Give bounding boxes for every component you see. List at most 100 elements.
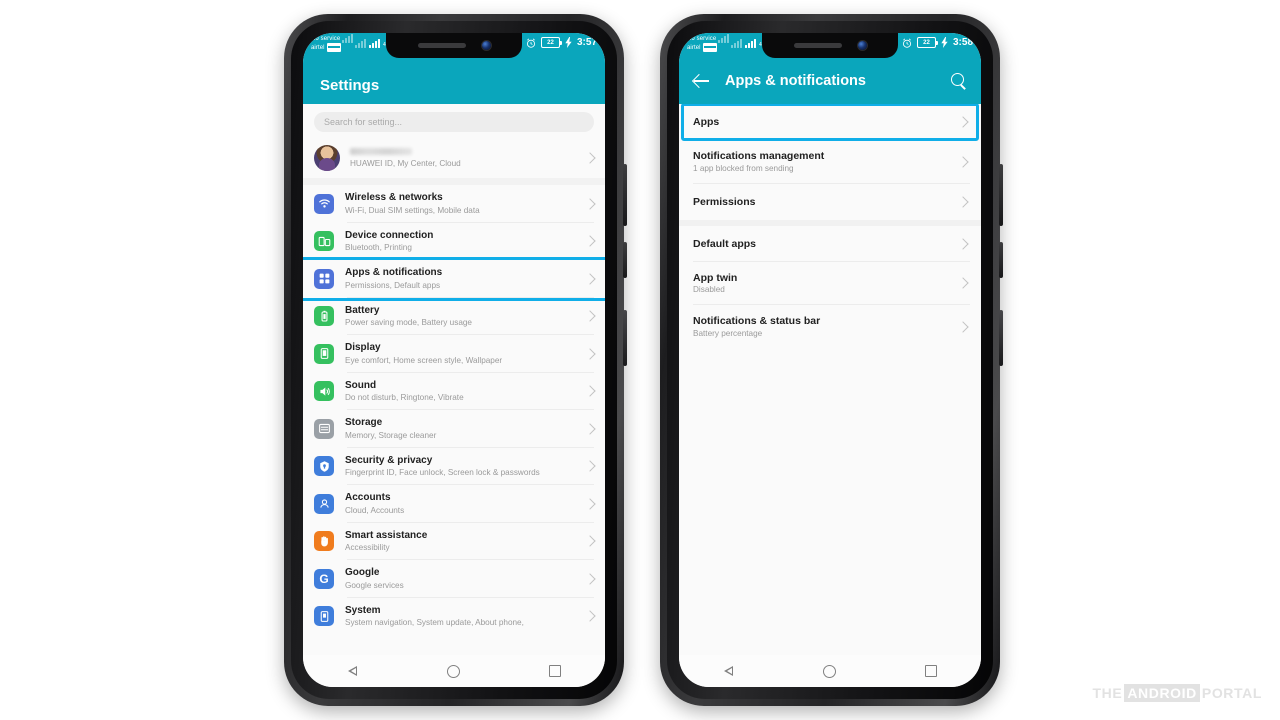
- carrier-name: airtel: [687, 44, 701, 51]
- item-title: Google: [345, 567, 380, 578]
- sidebar-item-wireless[interactable]: Wireless & networks Wi-Fi, Dual SIM sett…: [303, 185, 605, 223]
- item-subtitle: Battery percentage: [693, 328, 763, 338]
- clock-label: 3:58: [952, 37, 973, 48]
- navigation-bar-left[interactable]: [303, 655, 605, 687]
- storage-icon: [314, 418, 334, 439]
- item-title: Device connection: [345, 229, 434, 241]
- item-title: Apps & notifications: [345, 267, 443, 278]
- account-row[interactable]: HUAWEI ID, My Center, Cloud: [303, 138, 605, 178]
- battery-icon: 22: [540, 37, 562, 48]
- apps-icon: [314, 268, 334, 289]
- notch: [762, 33, 898, 58]
- list-item-notifications-management[interactable]: Notifications management 1 app blocked f…: [679, 140, 981, 184]
- wifi-icon: [314, 193, 334, 214]
- back-icon[interactable]: [347, 665, 358, 677]
- power-button[interactable]: [623, 310, 627, 366]
- sidebar-item-google[interactable]: G Google Google services: [303, 560, 605, 598]
- item-title: Accounts: [345, 492, 391, 503]
- phone-body: No service airtel 4G: [660, 14, 1003, 706]
- chevron-right-icon: [584, 348, 596, 360]
- volume-up-button[interactable]: [999, 164, 1003, 226]
- list-item-default-apps[interactable]: Default apps: [679, 225, 981, 262]
- watermark-pre: THE: [1092, 685, 1123, 701]
- list-item-permissions[interactable]: Permissions: [679, 183, 981, 220]
- item-text: Notifications management 1 app blocked f…: [693, 150, 953, 174]
- item-text: Accounts Cloud, Accounts: [345, 492, 580, 516]
- settings-list[interactable]: Search for setting... HUAWEI ID, My Cent…: [303, 104, 605, 655]
- item-text: Device connection Bluetooth, Printing: [345, 230, 580, 254]
- volume-down-button[interactable]: [999, 242, 1003, 278]
- item-text: Wireless & networks Wi-Fi, Dual SIM sett…: [345, 192, 580, 216]
- item-subtitle: System navigation, System update, About …: [345, 618, 524, 627]
- signal-dim-icon: [342, 34, 354, 43]
- device-connection-icon: [314, 231, 334, 252]
- system-icon: [314, 606, 334, 627]
- recents-icon[interactable]: [924, 665, 937, 677]
- item-subtitle: Google services: [345, 580, 404, 590]
- item-text: Display Eye comfort, Home screen style, …: [345, 342, 580, 366]
- recents-icon[interactable]: [548, 665, 561, 677]
- phone-left: No service airtel 4G: [284, 14, 627, 706]
- sidebar-item-device-connection[interactable]: Device connection Bluetooth, Printing: [303, 222, 605, 260]
- list-item-apps[interactable]: Apps: [679, 104, 981, 141]
- sidebar-item-storage[interactable]: Storage Memory, Storage cleaner: [303, 410, 605, 448]
- sim-icon: [702, 43, 717, 52]
- home-icon[interactable]: [446, 664, 460, 678]
- search-input[interactable]: Search for setting...: [314, 112, 594, 132]
- item-subtitle: Power saving mode, Battery usage: [345, 318, 472, 327]
- chevron-right-icon: [957, 195, 969, 208]
- item-text: Smart assistance Accessibility: [345, 530, 580, 554]
- item-title: Storage: [345, 417, 383, 428]
- home-icon[interactable]: [822, 664, 836, 678]
- item-title: Permissions: [693, 195, 756, 208]
- back-icon[interactable]: [723, 665, 734, 677]
- chevron-right-icon: [584, 610, 596, 622]
- sidebar-item-smart-assistance[interactable]: Smart assistance Accessibility: [303, 522, 605, 560]
- item-title: Apps: [693, 116, 720, 128]
- item-title: Smart assistance: [345, 529, 428, 541]
- item-title: Notifications management: [693, 150, 825, 162]
- item-title: Display: [345, 342, 381, 353]
- sidebar-item-accounts[interactable]: Accounts Cloud, Accounts: [303, 485, 605, 523]
- chevron-right-icon: [584, 573, 596, 585]
- item-subtitle: Bluetooth, Printing: [345, 243, 412, 252]
- back-arrow-icon[interactable]: [693, 72, 711, 90]
- navigation-bar-right[interactable]: [679, 655, 981, 687]
- item-title: Battery: [345, 304, 380, 316]
- item-text: System System navigation, System update,…: [345, 605, 580, 629]
- sidebar-item-system[interactable]: System System navigation, System update,…: [303, 597, 605, 635]
- item-title: Wireless & networks: [345, 192, 443, 203]
- chevron-right-icon: [584, 235, 596, 247]
- carrier-info: No service airtel: [687, 34, 730, 52]
- item-text: Apps: [693, 116, 953, 128]
- item-subtitle: Memory, Storage cleaner: [345, 430, 437, 440]
- chevron-right-icon: [584, 310, 596, 322]
- apps-notifications-list[interactable]: Apps Notifications management 1 app bloc…: [679, 104, 981, 655]
- battery-icon: 22: [916, 37, 938, 48]
- sidebar-item-display[interactable]: Display Eye comfort, Home screen style, …: [303, 335, 605, 373]
- sidebar-item-security-privacy[interactable]: Security & privacy Fingerprint ID, Face …: [303, 447, 605, 485]
- power-button[interactable]: [999, 310, 1003, 366]
- volume-up-button[interactable]: [623, 164, 627, 226]
- item-subtitle: Wi-Fi, Dual SIM settings, Mobile data: [345, 205, 480, 215]
- carrier-name: airtel: [311, 44, 325, 51]
- volume-down-button[interactable]: [623, 242, 627, 278]
- alarm-icon: [526, 38, 536, 48]
- sidebar-item-battery[interactable]: Battery Power saving mode, Battery usage: [303, 297, 605, 335]
- hand-icon: [314, 531, 334, 552]
- item-title: Notifications & status bar: [693, 315, 821, 327]
- watermark-post: PORTAL: [1201, 685, 1262, 701]
- sidebar-item-sound[interactable]: Sound Do not disturb, Ringtone, Vibrate: [303, 372, 605, 410]
- chevron-right-icon: [957, 237, 969, 250]
- sim-icon: [326, 43, 341, 52]
- search-icon[interactable]: [951, 73, 967, 89]
- charging-icon: [941, 37, 948, 48]
- list-item-app-twin[interactable]: App twin Disabled: [679, 261, 981, 305]
- item-title: System: [345, 604, 381, 616]
- sidebar-item-apps-notifications[interactable]: Apps & notifications Permissions, Defaul…: [303, 257, 605, 301]
- list-item-notifications-status-bar[interactable]: Notifications & status bar Battery perce…: [679, 305, 981, 349]
- phone-right: No service airtel 4G: [660, 14, 1003, 706]
- item-text: Notifications & status bar Battery perce…: [693, 315, 953, 339]
- item-subtitle: Cloud, Accounts: [345, 505, 405, 515]
- chevron-right-icon: [957, 116, 969, 128]
